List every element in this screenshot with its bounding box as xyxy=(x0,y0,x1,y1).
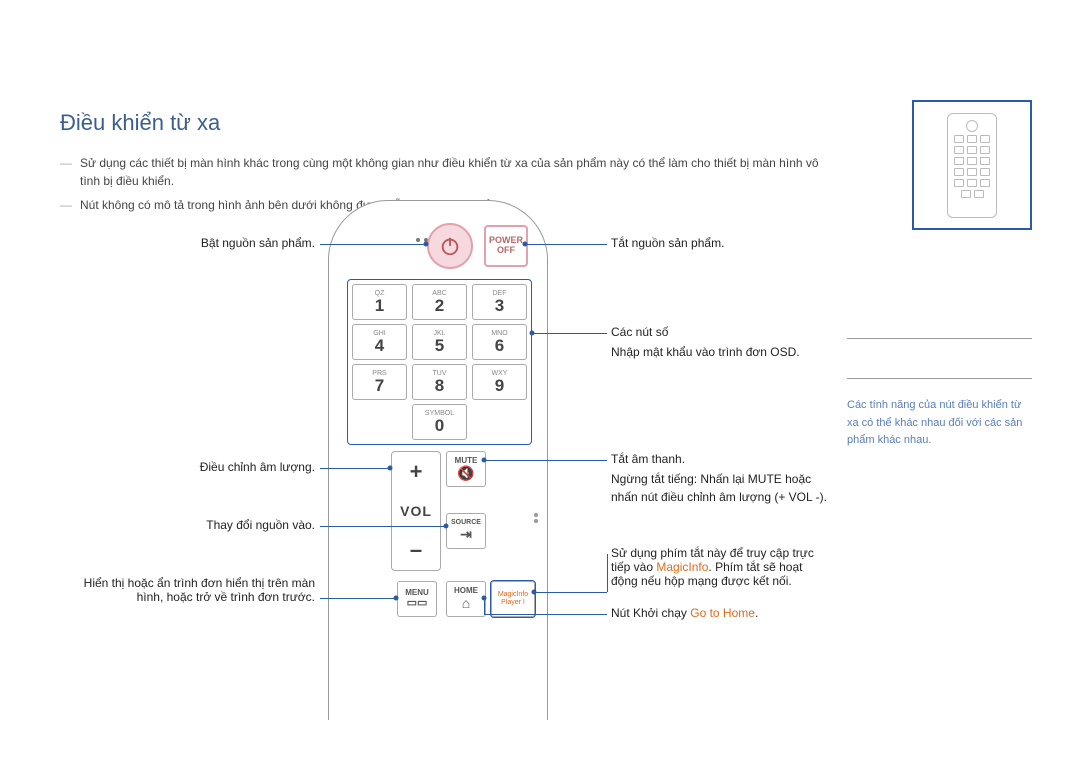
power-off-label: POWER OFF xyxy=(489,236,523,256)
home-icon: ⌂ xyxy=(462,596,470,611)
callout-mute: Tắt âm thanh. Ngừng tắt tiếng: Nhấn lại … xyxy=(611,452,831,506)
magicinfo-button: MagicInfo Player I xyxy=(491,581,535,617)
power-off-button: POWER OFF xyxy=(484,225,528,267)
volume-down: – xyxy=(392,531,440,570)
callout-home: Nút Khởi chạy Go to Home. xyxy=(611,606,831,620)
home-button: HOME ⌂ xyxy=(446,581,486,617)
callout-number-sub: Nhập mật khẩu vào trình đơn OSD. xyxy=(611,343,831,361)
mute-icon: 🔇 xyxy=(457,465,474,482)
page-title: Điều khiển từ xa xyxy=(60,110,1020,136)
callout-power-on: Bật nguồn sản phẩm. xyxy=(60,236,315,250)
keypad-6: MNO6 xyxy=(472,324,527,360)
menu-button: MENU ▭▭ xyxy=(397,581,437,617)
callout-change-source: Thay đổi nguồn vào. xyxy=(60,518,315,532)
note-1: Sử dụng các thiết bị màn hình khác trong… xyxy=(60,154,840,190)
side-note: Các tính năng của nút điều khiển từ xa c… xyxy=(847,378,1032,450)
keypad-7: PRS7 xyxy=(352,364,407,400)
keypad-9: WXY9 xyxy=(472,364,527,400)
source-icon: ⇥ xyxy=(460,526,472,543)
remote-thumbnail-frame xyxy=(912,100,1032,230)
volume-label: VOL xyxy=(392,491,440,530)
power-icon xyxy=(439,235,461,257)
volume-rocker: + VOL – xyxy=(391,451,441,571)
keypad-1: QZ1 xyxy=(352,284,407,320)
number-keypad: QZ1 ABC2 DEF3 GHI4 JKL5 MNO6 PRS7 TUV8 W… xyxy=(347,279,532,445)
source-button: SOURCE ⇥ xyxy=(446,513,486,549)
side-dots xyxy=(534,511,544,525)
keypad-4: GHI4 xyxy=(352,324,407,360)
keypad-5: JKL5 xyxy=(412,324,467,360)
remote-diagram: POWER OFF QZ1 ABC2 DEF3 GHI4 JKL5 MNO6 P… xyxy=(60,200,820,720)
menu-icon: ▭▭ xyxy=(407,597,428,609)
keypad-3: DEF3 xyxy=(472,284,527,320)
callout-show-menu: Hiển thị hoặc ẩn trình đơn hiển thị trên… xyxy=(60,576,315,604)
mute-button: MUTE 🔇 xyxy=(446,451,486,487)
keypad-0: SYMBOL0 xyxy=(412,404,467,440)
remote-thumbnail xyxy=(947,113,997,218)
volume-up: + xyxy=(392,452,440,491)
power-on-button xyxy=(427,223,473,269)
callout-magicinfo: Sử dụng phím tắt này để truy cập trực ti… xyxy=(611,546,831,588)
keypad-2: ABC2 xyxy=(412,284,467,320)
callout-adjust-volume: Điều chỉnh âm lượng. xyxy=(60,460,315,474)
callout-power-off: Tắt nguồn sản phẩm. xyxy=(611,236,831,250)
keypad-8: TUV8 xyxy=(412,364,467,400)
callout-mute-sub: Ngừng tắt tiếng: Nhấn lại MUTE hoặc nhấn… xyxy=(611,470,831,506)
callout-number-buttons: Các nút số Nhập mật khẩu vào trình đơn O… xyxy=(611,325,831,361)
